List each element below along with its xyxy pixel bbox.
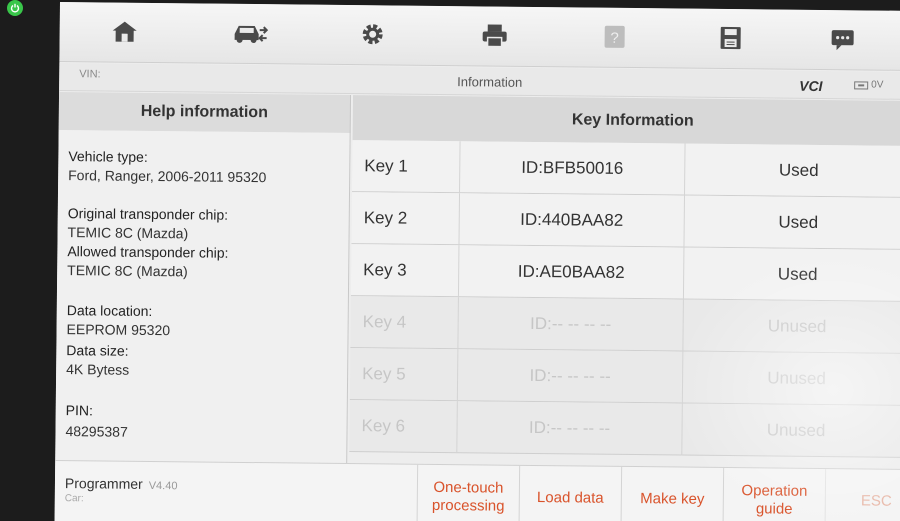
load-data-button[interactable]: Load data (518, 465, 622, 521)
key-status: Used (777, 264, 818, 284)
one-touch-processing-button[interactable]: One-touch processing (416, 464, 520, 521)
make-key-button[interactable]: Make key (620, 466, 724, 521)
pin-value: 48295387 (65, 423, 128, 440)
message-icon[interactable] (827, 24, 857, 54)
key-status: Unused (767, 316, 827, 337)
key-id: ID:AE0BAA82 (458, 245, 685, 300)
key-id: ID:BFB50016 (460, 141, 686, 196)
key-row[interactable]: Key 5 ID:-- -- -- -- Unused (349, 348, 900, 406)
help-icon[interactable]: ? (600, 22, 630, 52)
data-size-label: Data size: (66, 342, 129, 359)
page-title: Information (457, 74, 523, 90)
key-name: Key 4 (350, 296, 459, 350)
key-row[interactable]: Key 4 ID:-- -- -- -- Unused (350, 296, 900, 354)
battery-icon (854, 80, 869, 89)
pin-label: PIN: (65, 402, 94, 419)
key-id: ID:440BAA82 (459, 193, 686, 248)
key-name: Key 5 (349, 348, 459, 402)
device-screen: ? VIN: Information VCI 0V Help informati… (54, 2, 900, 521)
key-name: Key 1 (352, 140, 461, 194)
key-id: ID:-- -- -- -- (457, 401, 683, 456)
vin-label: VIN: (79, 68, 101, 81)
data-size-value: 4K Bytess (66, 361, 130, 378)
app-title: Programmer V4.40 (65, 475, 178, 492)
key-info-header: Key Information (352, 95, 900, 146)
vehicle-swap-icon[interactable] (230, 18, 270, 48)
help-header: Help information (58, 91, 352, 134)
allowed-chip-value: TEMIC 8C (Mazda) (67, 262, 188, 280)
key-row[interactable]: Key 2 ID:440BAA82 Used (351, 192, 900, 250)
app-version: V4.40 (148, 479, 178, 493)
original-chip-value: TEMIC 8C (Mazda) (67, 224, 189, 242)
key-name: Key 2 (351, 192, 461, 246)
key-row[interactable]: Key 1 ID:BFB50016 Used (352, 140, 900, 198)
settings-gear-icon[interactable] (358, 19, 388, 49)
key-status: Unused (767, 368, 826, 389)
vehicle-type-label: Vehicle type: (68, 148, 148, 165)
allowed-chip-label: Allowed transponder chip: (67, 243, 229, 261)
key-row[interactable]: Key 6 ID:-- -- -- -- Unused (349, 400, 900, 458)
voltage-value: 0V (871, 79, 884, 91)
vci-status: VCI (799, 78, 823, 94)
battery-voltage: 0V (854, 79, 884, 91)
printer-icon[interactable] (480, 20, 510, 50)
operation-guide-button[interactable]: Operation guide (722, 467, 826, 521)
app-name: Programmer (64, 475, 143, 492)
key-name: Key 6 (349, 400, 458, 454)
bottom-action-bar: Programmer V4.40 Car: One-touch processin… (54, 459, 900, 521)
key-name: Key 3 (350, 244, 460, 298)
esc-button[interactable]: ESC (824, 469, 900, 521)
power-icon[interactable] (7, 0, 23, 16)
home-icon[interactable] (110, 17, 140, 47)
data-location-label: Data location: (66, 302, 153, 319)
car-label: Car: (64, 493, 84, 505)
data-location-value: EEPROM 95320 (66, 321, 171, 339)
key-status: Used (778, 160, 819, 180)
original-chip-label: Original transponder chip: (67, 205, 229, 223)
save-icon[interactable] (716, 23, 746, 53)
key-id: ID:-- -- -- -- (457, 349, 684, 404)
key-status: Used (778, 212, 819, 232)
svg-text:?: ? (610, 30, 619, 47)
key-status: Unused (766, 420, 826, 441)
vci-label: VCI (799, 77, 823, 94)
vehicle-type-value: Ford, Ranger, 2006-2011 95320 (68, 167, 267, 186)
top-toolbar: ? (59, 2, 900, 71)
help-panel: Vehicle type: Ford, Ranger, 2006-2011 95… (55, 129, 351, 464)
key-row[interactable]: Key 3 ID:AE0BAA82 Used (350, 244, 900, 302)
key-id: ID:-- -- -- -- (458, 297, 684, 352)
